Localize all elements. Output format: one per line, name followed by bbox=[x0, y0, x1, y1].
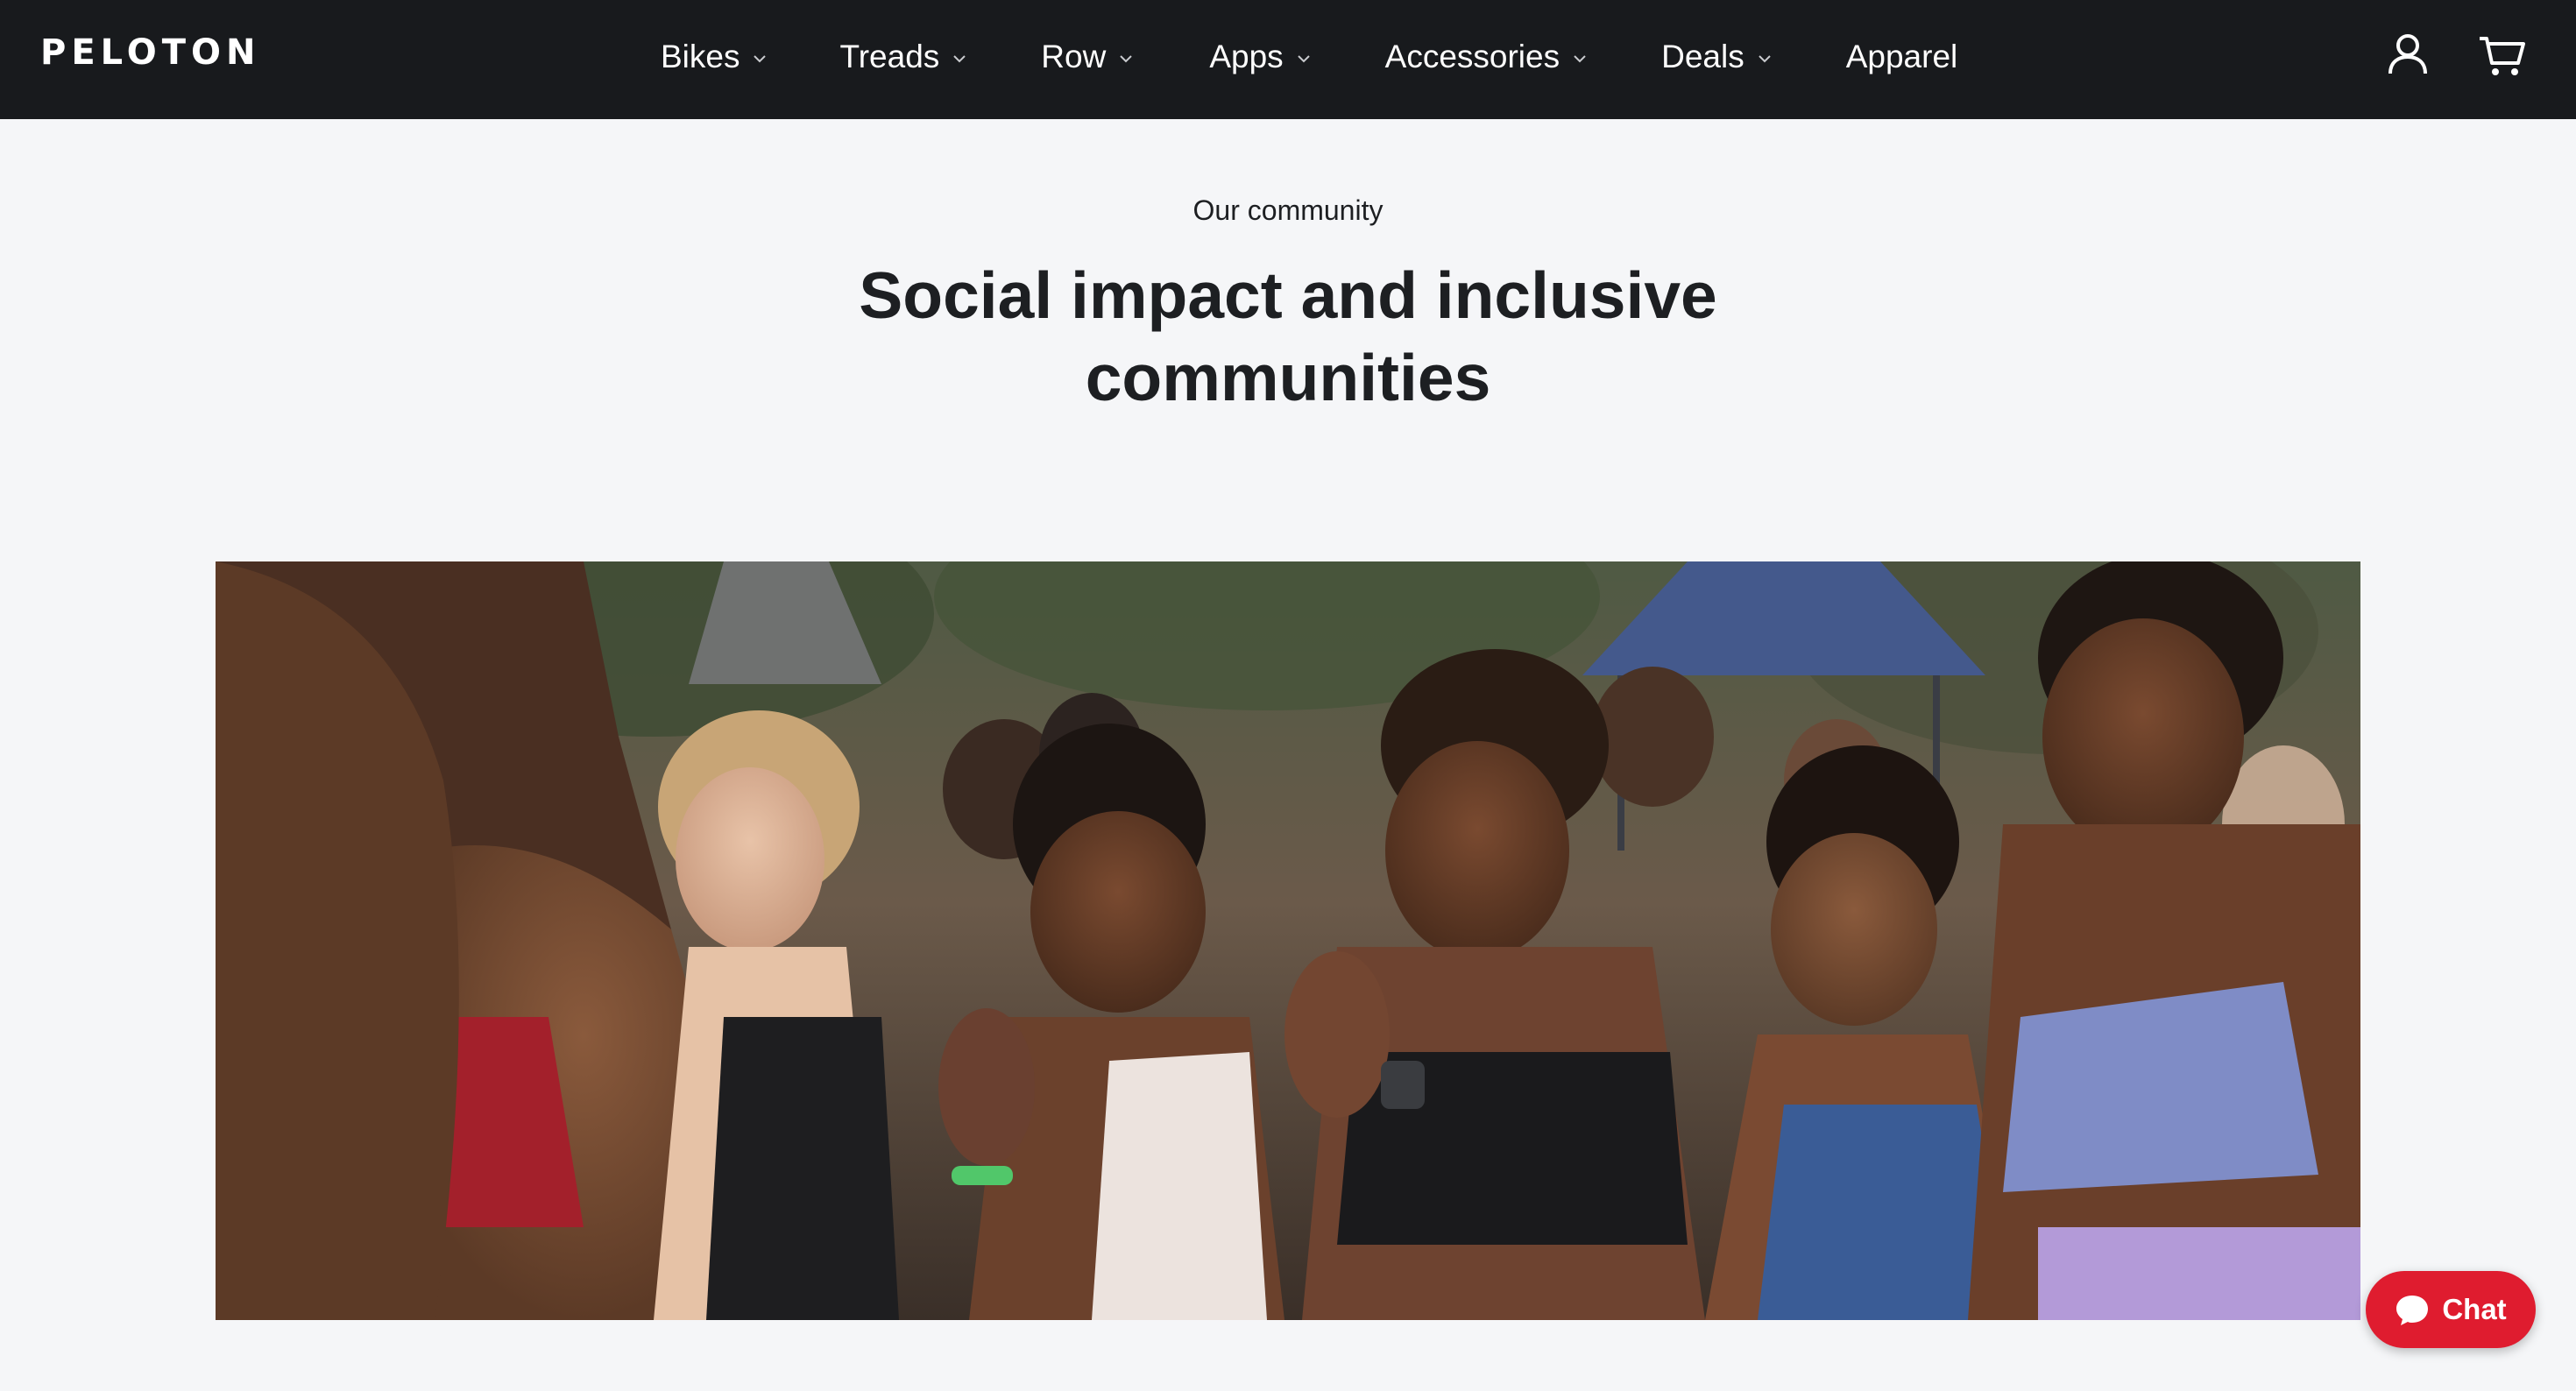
nav-item-label: Apps bbox=[1209, 39, 1284, 74]
chat-button[interactable]: Chat bbox=[2366, 1271, 2536, 1348]
headline-line-1: Social impact and inclusive bbox=[859, 258, 1717, 332]
chevron-down-icon bbox=[754, 55, 767, 63]
cart-icon[interactable] bbox=[2476, 28, 2529, 81]
headline-line-2: communities bbox=[1085, 341, 1491, 414]
chevron-down-icon bbox=[1574, 55, 1586, 63]
page-headline: Social impact and inclusive communities bbox=[762, 254, 1814, 419]
nav-item-treads[interactable]: Treads bbox=[839, 35, 969, 79]
photo-illustration bbox=[216, 561, 2360, 1320]
nav-item-label: Bikes bbox=[661, 39, 740, 74]
nav-item-accessories[interactable]: Accessories bbox=[1385, 35, 1589, 79]
chevron-down-icon bbox=[1297, 55, 1310, 63]
chevron-down-icon bbox=[953, 55, 966, 63]
nav-item-apps[interactable]: Apps bbox=[1209, 35, 1313, 79]
top-navigation-bar: PELOTON Bikes Treads Row Apps Accessorie… bbox=[0, 0, 2576, 119]
nav-item-label: Apparel bbox=[1845, 39, 1958, 74]
nav-item-deals[interactable]: Deals bbox=[1661, 35, 1774, 79]
nav-item-label: Row bbox=[1041, 39, 1107, 74]
nav-item-row[interactable]: Row bbox=[1041, 35, 1136, 79]
chat-button-label: Chat bbox=[2442, 1293, 2507, 1325]
main-menu: Bikes Treads Row Apps Accessories Deals … bbox=[661, 35, 1957, 79]
user-icon[interactable] bbox=[2381, 28, 2434, 81]
section-eyebrow: Our community bbox=[1192, 194, 1384, 226]
chevron-down-icon bbox=[1120, 55, 1133, 63]
chevron-down-icon bbox=[1759, 55, 1771, 63]
nav-item-label: Treads bbox=[839, 39, 940, 74]
nav-item-bikes[interactable]: Bikes bbox=[661, 35, 769, 79]
peloton-logo[interactable]: PELOTON bbox=[40, 32, 260, 74]
community-event-photo bbox=[216, 561, 2360, 1320]
nav-item-apparel[interactable]: Apparel bbox=[1846, 35, 1958, 79]
chat-bubble-icon bbox=[2396, 1296, 2429, 1325]
nav-item-label: Deals bbox=[1661, 39, 1744, 74]
nav-item-label: Accessories bbox=[1384, 39, 1560, 74]
